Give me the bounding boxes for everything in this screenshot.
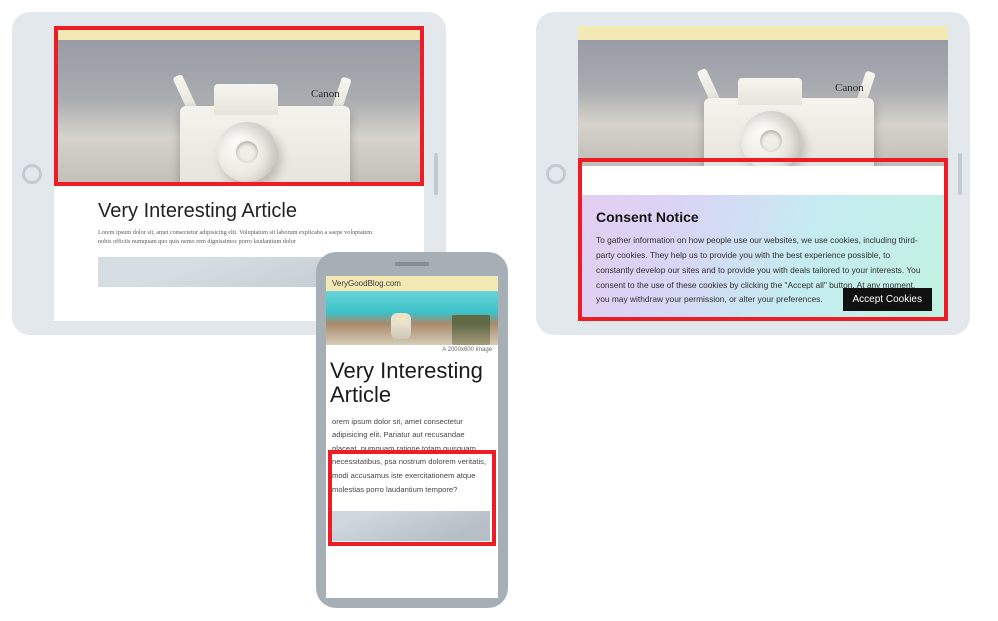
- phone-screen: VeryGoodBlog.com A 2000x600 image Very I…: [326, 276, 498, 598]
- volume-rocker-icon: [434, 153, 438, 195]
- site-name[interactable]: VeryGoodBlog.com: [332, 279, 401, 288]
- camera-brand-label: Canon: [835, 82, 864, 94]
- article-title: Very Interesting Article: [98, 200, 380, 223]
- consent-title: Consent Notice: [596, 209, 930, 225]
- site-header: VeryGoodBlog.com: [326, 276, 498, 291]
- camera-brand-label: Canon: [311, 88, 340, 100]
- article-body: orem ipsum dolor sit, amet consectetur a…: [326, 413, 498, 505]
- image-caption: A 2000x600 image: [326, 345, 498, 359]
- camera-illustration: Canon: [180, 84, 350, 186]
- top-brand-bar: [578, 26, 948, 40]
- volume-rocker-icon: [958, 153, 962, 195]
- camera-illustration: Canon: [704, 78, 874, 166]
- top-brand-bar: [54, 26, 424, 40]
- article-title: Very Interesting Article: [326, 359, 498, 413]
- home-button-icon: [22, 164, 42, 184]
- home-button-icon: [546, 164, 566, 184]
- article-image: [332, 511, 490, 541]
- hero-image: Canon: [578, 26, 948, 166]
- speaker-icon: [395, 262, 429, 266]
- phone-device: VeryGoodBlog.com A 2000x600 image Very I…: [316, 252, 508, 608]
- accept-cookies-button[interactable]: Accept Cookies: [843, 288, 932, 311]
- tablet-right-screen: Canon Consent Notice To gather informati…: [578, 26, 948, 321]
- hero-image: Canon: [54, 26, 424, 186]
- consent-notice: Consent Notice To gather information on …: [578, 195, 948, 321]
- hero-image: [326, 291, 498, 345]
- article-body: Lorem ipsum dolor sit, amet consectetur …: [98, 229, 380, 247]
- tablet-device-right: Canon Consent Notice To gather informati…: [536, 12, 970, 335]
